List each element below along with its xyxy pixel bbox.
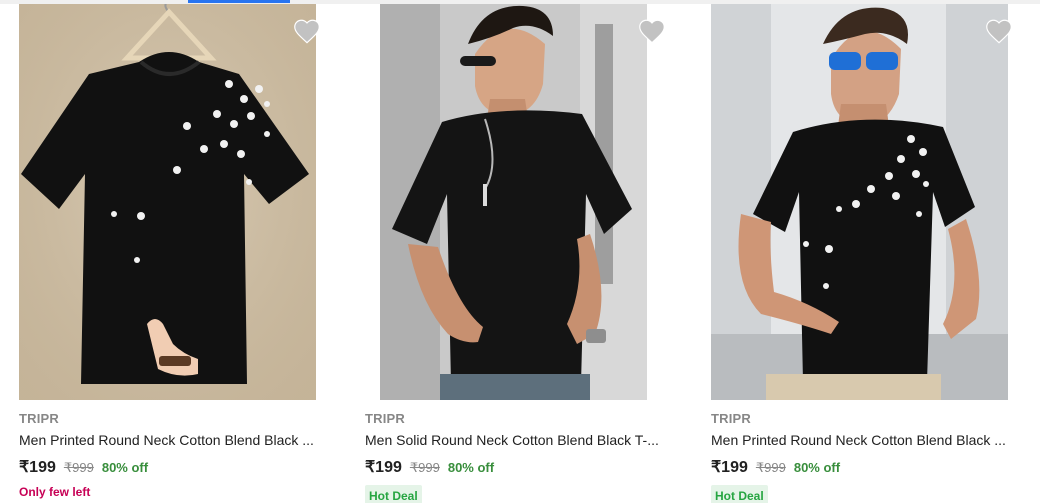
selling-price: ₹199 xyxy=(711,459,748,476)
hot-deal-badge: Hot Deal xyxy=(711,485,768,503)
active-tab-indicator xyxy=(188,0,290,3)
wishlist-heart-icon[interactable] xyxy=(985,18,1013,44)
original-price: ₹999 xyxy=(409,460,440,475)
product-brand: TRIPR xyxy=(19,411,59,426)
wishlist-heart-icon[interactable] xyxy=(293,18,321,44)
original-price: ₹999 xyxy=(63,460,94,475)
discount-percent: 80% off xyxy=(793,460,841,475)
discount-percent: 80% off xyxy=(447,460,495,475)
product-image[interactable] xyxy=(711,4,1008,400)
product-title[interactable]: Men Solid Round Neck Cotton Blend Black … xyxy=(365,432,665,448)
product-brand: TRIPR xyxy=(365,411,405,426)
stock-warning: Only few left xyxy=(19,485,91,499)
discount-percent: 80% off xyxy=(101,460,149,475)
product-card[interactable]: TRIPR Men Printed Round Neck Cotton Blen… xyxy=(19,4,321,503)
product-brand: TRIPR xyxy=(711,411,751,426)
original-price: ₹999 xyxy=(755,460,786,475)
product-card[interactable]: TRIPR Men Printed Round Neck Cotton Blen… xyxy=(711,4,1013,503)
product-title[interactable]: Men Printed Round Neck Cotton Blend Blac… xyxy=(19,432,319,448)
selling-price: ₹199 xyxy=(365,459,402,476)
price-row: ₹199 ₹999 80% off xyxy=(19,457,148,477)
price-row: ₹199 ₹999 80% off xyxy=(365,457,494,477)
wishlist-heart-icon[interactable] xyxy=(638,18,666,44)
hot-deal-badge: Hot Deal xyxy=(365,485,422,503)
product-card[interactable]: TRIPR Men Solid Round Neck Cotton Blend … xyxy=(365,4,665,503)
product-image[interactable] xyxy=(380,4,647,400)
product-image[interactable] xyxy=(19,4,316,400)
product-title[interactable]: Men Printed Round Neck Cotton Blend Blac… xyxy=(711,432,1011,448)
price-row: ₹199 ₹999 80% off xyxy=(711,457,840,477)
selling-price: ₹199 xyxy=(19,459,56,476)
